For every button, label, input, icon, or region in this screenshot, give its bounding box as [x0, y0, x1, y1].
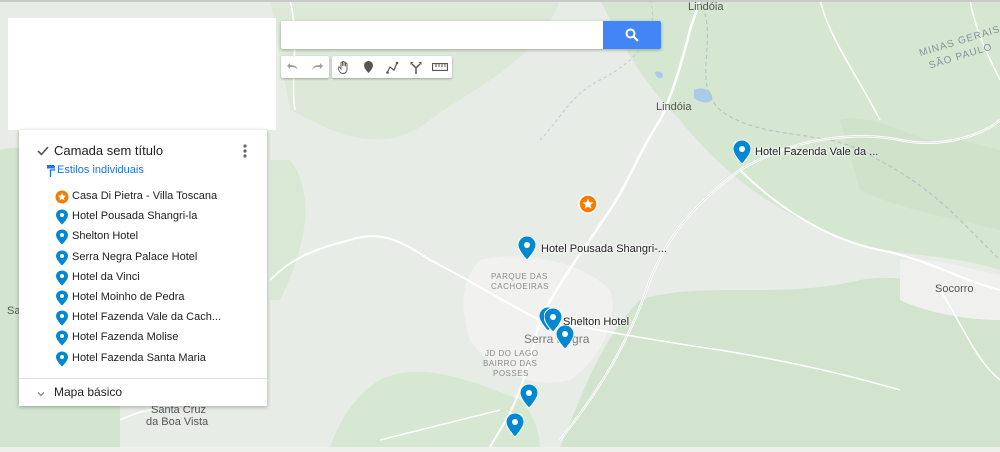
hand-icon	[338, 60, 348, 74]
layer-item[interactable]: Hotel Fazenda Vale da Cach...	[19, 308, 267, 328]
layer-item-label: Hotel Fazenda Molise	[72, 331, 179, 344]
search-button[interactable]	[603, 21, 661, 49]
map-label-jd-line1: JD DO LAGO	[485, 349, 539, 358]
layer-item[interactable]: Hotel Moinho de Pedra	[19, 288, 267, 308]
map-pin-shangri-la[interactable]	[518, 236, 536, 260]
layers-panel: Camada sem título Estilos individuais Ca…	[19, 130, 267, 406]
place-marker-icon	[56, 229, 68, 245]
layer-item[interactable]: Hotel Fazenda Santa Maria	[19, 349, 267, 369]
place-marker-icon	[56, 351, 68, 366]
map-pin-hotel-fazenda-molise[interactable]	[520, 384, 538, 408]
map-label-parque-line2: CACHOEIRAS	[491, 282, 549, 291]
layer-item-label: Shelton Hotel	[72, 230, 139, 243]
map-pin-casa-di-pietra[interactable]	[578, 194, 598, 214]
map-toolbar	[281, 56, 452, 78]
search-icon	[625, 28, 639, 42]
search-bar	[281, 21, 661, 49]
layer-item[interactable]: Casa Di Pietra - Villa Toscana	[19, 187, 267, 207]
pan-tool-button[interactable]	[332, 56, 356, 78]
layer-item-label: Hotel Moinho de Pedra	[72, 290, 185, 303]
layer-item[interactable]: Hotel Fazenda Molise	[19, 328, 267, 348]
undo-redo-group	[281, 56, 329, 78]
layer-item[interactable]: Serra Negra Palace Hotel	[19, 248, 267, 268]
layer-item-label: Serra Negra Palace Hotel	[72, 250, 198, 263]
place-marker-icon	[56, 270, 68, 286]
undo-button[interactable]	[281, 56, 305, 78]
individual-styles-link[interactable]: Estilos individuais	[47, 164, 144, 177]
undo-icon	[287, 63, 298, 70]
layer-item[interactable]: Hotel Pousada Shangri-la	[19, 207, 267, 227]
layer-visibility-checkbox[interactable]	[36, 144, 50, 158]
map-label-lindoia: Lindóia	[656, 101, 692, 113]
layer-item-label: Hotel Fazenda Santa Maria	[72, 351, 206, 364]
map-pin-hotel-da-vinci[interactable]	[556, 325, 574, 349]
chevron-down-icon[interactable]	[36, 389, 46, 399]
layer-header: Camada sem título	[19, 140, 267, 162]
tools-group	[332, 56, 452, 78]
place-marker-icon	[56, 310, 68, 326]
map-label-lindoia-top: Lindóia	[688, 1, 724, 13]
layer-item[interactable]: Hotel da Vinci	[19, 268, 267, 288]
map-pin-label-shangri[interactable]: Hotel Pousada Shangri-...	[541, 243, 667, 255]
draw-line-button[interactable]	[380, 56, 404, 78]
map-label-jd-line3: POSSES	[493, 369, 529, 378]
place-marker-icon	[56, 209, 68, 225]
star-marker-icon	[55, 190, 69, 204]
map-pin-label-vale[interactable]: Hotel Fazenda Vale da ...	[755, 146, 878, 158]
search-input[interactable]	[281, 21, 595, 49]
base-map-row[interactable]: Mapa básico	[19, 383, 267, 405]
map-label-parque-line1: PARQUE DAS	[491, 272, 548, 281]
layer-item-label: Casa Di Pietra - Villa Toscana	[72, 190, 218, 202]
draw-line-icon	[385, 61, 398, 74]
map-label-socorro: Socorro	[935, 283, 974, 295]
layer-item[interactable]: Shelton Hotel	[19, 227, 267, 247]
map-label-jd-line2: BAIRRO DAS	[483, 359, 538, 368]
map-pin-hotel-fazenda-vale[interactable]	[733, 140, 751, 164]
ruler-icon	[432, 63, 448, 71]
measure-button[interactable]	[428, 56, 452, 78]
directions-icon	[410, 61, 422, 74]
place-marker-icon	[56, 250, 68, 266]
paint-roller-icon	[47, 165, 55, 177]
layer-items-list: Casa Di Pietra - Villa Toscana Hotel Pou…	[19, 187, 267, 369]
layer-item-label: Hotel da Vinci	[72, 270, 140, 283]
map-title-box	[8, 18, 276, 130]
redo-button[interactable]	[305, 56, 329, 78]
layer-item-label: Hotel Fazenda Vale da Cach...	[72, 311, 221, 324]
layer-title[interactable]: Camada sem título	[54, 143, 163, 158]
panel-divider	[19, 378, 267, 379]
map-label-santa-cruz-line2: da Boa Vista	[146, 416, 209, 428]
base-map-label: Mapa básico	[54, 385, 123, 399]
add-marker-button[interactable]	[356, 56, 380, 78]
directions-button[interactable]	[404, 56, 428, 78]
place-marker-icon	[56, 290, 68, 306]
more-options-icon[interactable]	[241, 143, 249, 159]
marker-icon	[363, 61, 373, 73]
individual-styles-label: Estilos individuais	[57, 164, 144, 176]
place-marker-icon	[56, 330, 68, 346]
map-pin-hotel-fazenda-santa-maria[interactable]	[506, 413, 524, 437]
redo-icon	[312, 63, 323, 70]
layer-item-label: Hotel Pousada Shangri-la	[72, 210, 198, 223]
